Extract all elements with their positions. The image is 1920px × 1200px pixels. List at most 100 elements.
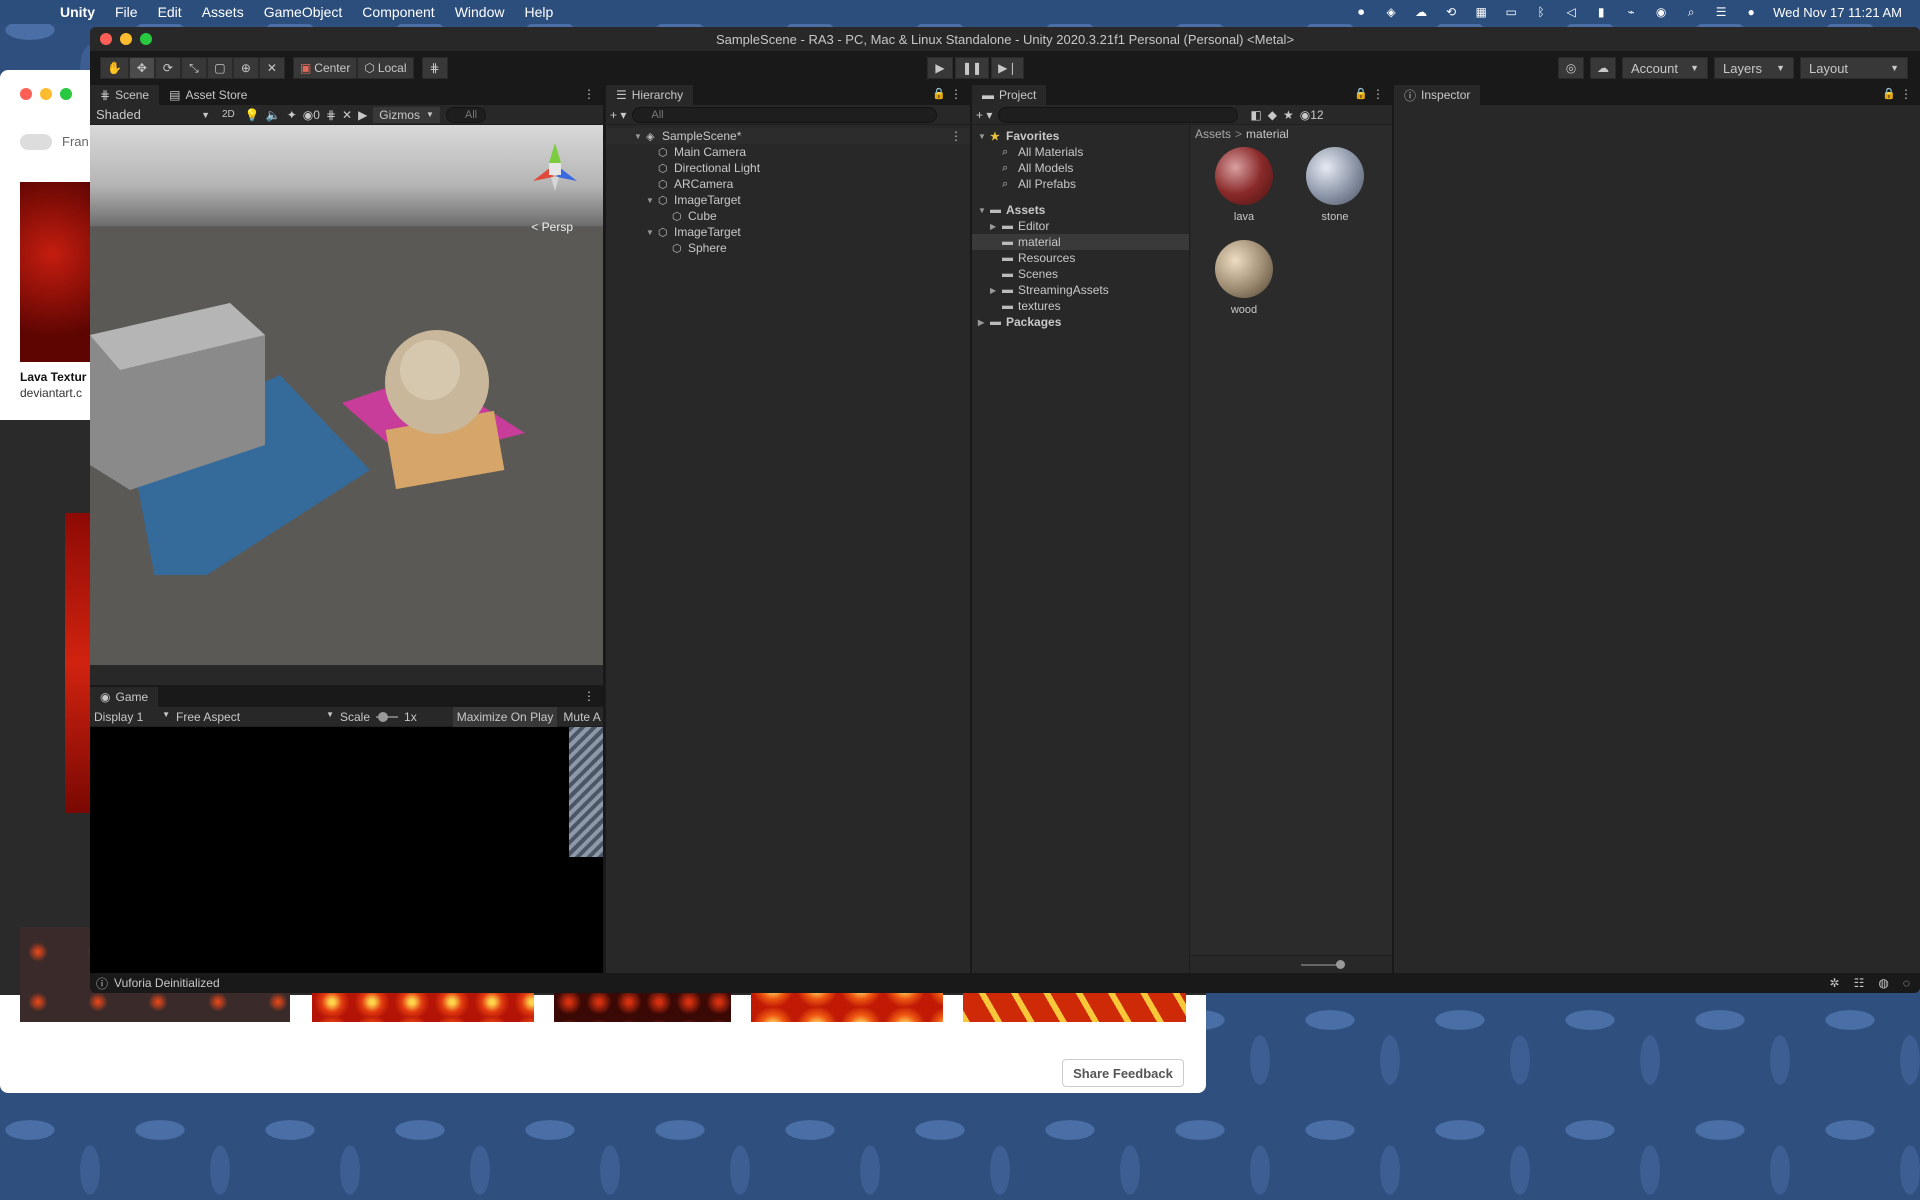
move-tool-icon[interactable]: ✥ [128, 57, 155, 79]
scene-orientation-gizmo[interactable] [525, 137, 585, 197]
material-asset-stone[interactable]: stone [1300, 147, 1370, 223]
bluetooth-icon[interactable]: ᛒ [1533, 5, 1549, 19]
display-dropdown[interactable]: Display 1 ▼ [94, 710, 170, 724]
tab-project[interactable]: ▬ Project [972, 85, 1047, 105]
control-center-icon[interactable]: ☰ [1713, 5, 1729, 19]
folder-item[interactable]: ▬ Scenes [972, 266, 1189, 282]
mode-2d-button[interactable]: 2D [218, 109, 239, 120]
record-icon[interactable]: ⏺ [1353, 5, 1369, 19]
slider-knob[interactable] [378, 711, 389, 722]
cloud-sync-icon[interactable]: ☁ [1413, 5, 1429, 19]
hierarchy-item[interactable]: ⬡ Main Camera [606, 144, 970, 160]
scale-tool-icon[interactable]: ⤡ [180, 57, 207, 79]
tab-inspector[interactable]: ⓘ Inspector [1394, 85, 1481, 105]
favorite-item[interactable]: ⌕ All Models [972, 160, 1189, 176]
packages-row[interactable]: ▶ ▬ Packages [972, 314, 1189, 330]
chevron-right-icon[interactable]: ▶ [978, 318, 990, 327]
material-asset-wood[interactable]: wood [1209, 240, 1279, 316]
auto-generate-lighting-icon[interactable]: ◍ [1878, 976, 1888, 990]
search-by-type-icon[interactable]: ◧ [1250, 108, 1261, 122]
wifi-off-icon[interactable]: ⌁ [1623, 5, 1639, 19]
gizmos-dropdown[interactable]: Gizmos ▼ [373, 106, 440, 123]
folder-item[interactable]: ▶ ▬ StreamingAssets [972, 282, 1189, 298]
rotate-tool-icon[interactable]: ⟳ [154, 57, 181, 79]
lock-icon[interactable]: 🔒 [1882, 87, 1896, 100]
close-icon[interactable] [20, 88, 32, 100]
time-machine-icon[interactable]: ⟲ [1443, 5, 1459, 19]
scale-slider[interactable] [376, 711, 399, 722]
custom-tool-icon[interactable]: ✕ [258, 57, 285, 79]
step-icon[interactable]: ▶❘ [991, 57, 1025, 79]
folder-item-selected[interactable]: ▬ material [972, 234, 1189, 250]
create-asset-button[interactable]: + ▾ [976, 108, 992, 122]
maximize-on-play-button[interactable]: Maximize On Play [452, 706, 558, 727]
hidden-packages-icon[interactable]: ◉12 [1300, 108, 1324, 122]
close-icon[interactable] [100, 33, 112, 45]
camera-icon[interactable]: ▶ [358, 108, 367, 122]
pause-icon[interactable]: ❚❚ [955, 57, 990, 79]
assets-row[interactable]: ▼ ▬ Assets [972, 202, 1189, 218]
grid-toggle-icon[interactable]: ⋕ [326, 108, 336, 122]
menubar-clock[interactable]: Wed Nov 17 11:21 AM [1773, 5, 1902, 20]
panel-menu-icon[interactable]: ⋮ [950, 87, 962, 101]
menu-help[interactable]: Help [524, 4, 553, 20]
hierarchy-item[interactable]: ⬡ ARCamera [606, 176, 970, 192]
panel-menu-icon[interactable]: ⋮ [583, 87, 595, 101]
lock-icon[interactable]: 🔒 [932, 87, 946, 100]
info-icon[interactable]: ⓘ [96, 975, 108, 992]
lighting-icon[interactable]: 💡 [245, 108, 260, 122]
menu-window[interactable]: Window [455, 4, 505, 20]
lock-icon[interactable]: 🔒 [1354, 87, 1368, 100]
menu-app-unity[interactable]: Unity [60, 4, 95, 20]
panel-menu-icon[interactable]: ⋮ [1900, 87, 1912, 101]
hierarchy-search-input[interactable]: All [632, 106, 938, 123]
chevron-down-icon[interactable]: ▼ [646, 196, 658, 205]
scene-viewport[interactable]: < Persp [90, 125, 603, 665]
audio-icon[interactable]: 🔈 [266, 108, 281, 122]
user-icon[interactable]: ◉ [1653, 5, 1669, 19]
scene-search-input[interactable]: All [445, 106, 486, 123]
volume-icon[interactable]: ◁ [1563, 5, 1579, 19]
chevron-down-icon[interactable]: ▼ [646, 228, 658, 237]
visibility-icon[interactable]: ◉0 [303, 108, 320, 122]
lava-image-strip[interactable] [65, 513, 93, 813]
cache-icon[interactable]: ☷ [1854, 976, 1865, 990]
search-by-label-icon[interactable]: ◆ [1268, 108, 1277, 122]
menu-file[interactable]: File [115, 4, 138, 20]
account-dropdown[interactable]: Account ▼ [1622, 57, 1708, 79]
layout-dropdown[interactable]: Layout ▼ [1800, 57, 1908, 79]
browser-toggle[interactable] [20, 134, 52, 150]
collab-icon[interactable]: ◎ [1558, 57, 1584, 79]
minimize-icon[interactable] [120, 33, 132, 45]
unity-hub-icon[interactable]: ◈ [1383, 5, 1399, 19]
minimize-icon[interactable] [40, 88, 52, 100]
siri-icon[interactable]: ● [1743, 5, 1759, 19]
menu-component[interactable]: Component [362, 4, 434, 20]
fullscreen-icon[interactable] [60, 88, 72, 100]
pivot-local-button[interactable]: ⬡ Local [357, 57, 414, 79]
fullscreen-icon[interactable] [140, 33, 152, 45]
chevron-right-icon[interactable]: ▶ [990, 286, 1002, 295]
favorite-item[interactable]: ⌕ All Materials [972, 144, 1189, 160]
effects-icon[interactable]: ✦ [287, 108, 297, 122]
hierarchy-item[interactable]: ⬡ Directional Light [606, 160, 970, 176]
chevron-down-icon[interactable]: ▼ [634, 132, 646, 141]
image-result-source[interactable]: deviantart.c [20, 386, 82, 400]
play-icon[interactable]: ▶ [927, 57, 953, 79]
row-menu-icon[interactable]: ⋮ [950, 129, 970, 143]
share-feedback-button[interactable]: Share Feedback [1062, 1059, 1184, 1087]
rect-tool-icon[interactable]: ▢ [206, 57, 233, 79]
perspective-label[interactable]: < Persp [531, 220, 573, 234]
chevron-down-icon[interactable]: ▼ [978, 132, 990, 141]
hierarchy-item[interactable]: ▼ ⬡ ImageTarget [606, 192, 970, 208]
game-viewport[interactable] [90, 727, 603, 973]
debug-icon[interactable]: ✲ [1830, 976, 1840, 990]
display-icon[interactable]: ▭ [1503, 5, 1519, 19]
cloud-icon[interactable]: ☁ [1590, 57, 1616, 79]
shading-dropdown[interactable]: Shaded ▼ [94, 106, 212, 123]
panel-menu-icon[interactable]: ⋮ [583, 689, 595, 703]
aspect-dropdown[interactable]: Free Aspect ▼ [176, 710, 334, 724]
keyboard-icon[interactable]: ▦ [1473, 5, 1489, 19]
favorite-item[interactable]: ⌕ All Prefabs [972, 176, 1189, 192]
mute-audio-button[interactable]: Mute A [563, 710, 600, 724]
